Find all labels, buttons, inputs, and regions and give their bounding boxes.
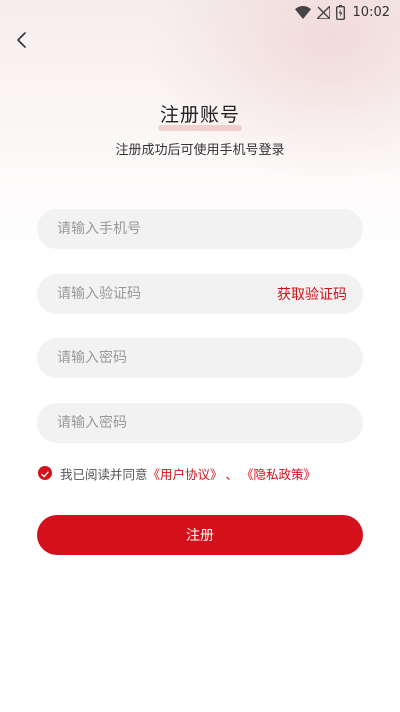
chevron-left-icon bbox=[16, 31, 28, 53]
password-input[interactable] bbox=[57, 350, 343, 366]
verification-code-input[interactable] bbox=[57, 286, 269, 302]
phone-field bbox=[37, 209, 363, 249]
privacy-policy-link[interactable]: 《隐私政策》 bbox=[241, 464, 316, 483]
page-title-text: 注册账号 bbox=[159, 104, 240, 126]
status-bar: 10:02 bbox=[0, 0, 400, 24]
phone-input[interactable] bbox=[57, 221, 343, 237]
agreement-text: 我已阅读并同意 bbox=[60, 466, 148, 482]
code-field: 获取验证码 bbox=[37, 274, 363, 314]
get-code-button[interactable]: 获取验证码 bbox=[277, 284, 347, 304]
status-icons: 10:02 bbox=[294, 3, 390, 21]
agreement-row: 我已阅读并同意 《用户协议》 、 《隐私政策》 bbox=[38, 463, 316, 483]
back-button[interactable] bbox=[10, 30, 34, 54]
title-wrap: 注册账号 bbox=[0, 100, 400, 131]
status-time: 10:02 bbox=[352, 4, 390, 20]
check-icon bbox=[41, 466, 49, 481]
password-field bbox=[37, 338, 363, 378]
user-agreement-link[interactable]: 《用户协议》 bbox=[148, 464, 223, 483]
no-signal-icon bbox=[316, 5, 330, 19]
confirm-password-field bbox=[37, 403, 363, 443]
battery-icon bbox=[335, 4, 345, 20]
register-button[interactable]: 注册 bbox=[37, 515, 363, 555]
agreement-separator: 、 bbox=[225, 466, 239, 482]
wifi-icon bbox=[294, 5, 311, 19]
confirm-password-input[interactable] bbox=[57, 415, 343, 431]
page-subtitle: 注册成功后可使用手机号登录 bbox=[115, 143, 285, 158]
page-title: 注册账号 bbox=[157, 100, 242, 131]
agreement-checkbox[interactable] bbox=[38, 466, 52, 480]
